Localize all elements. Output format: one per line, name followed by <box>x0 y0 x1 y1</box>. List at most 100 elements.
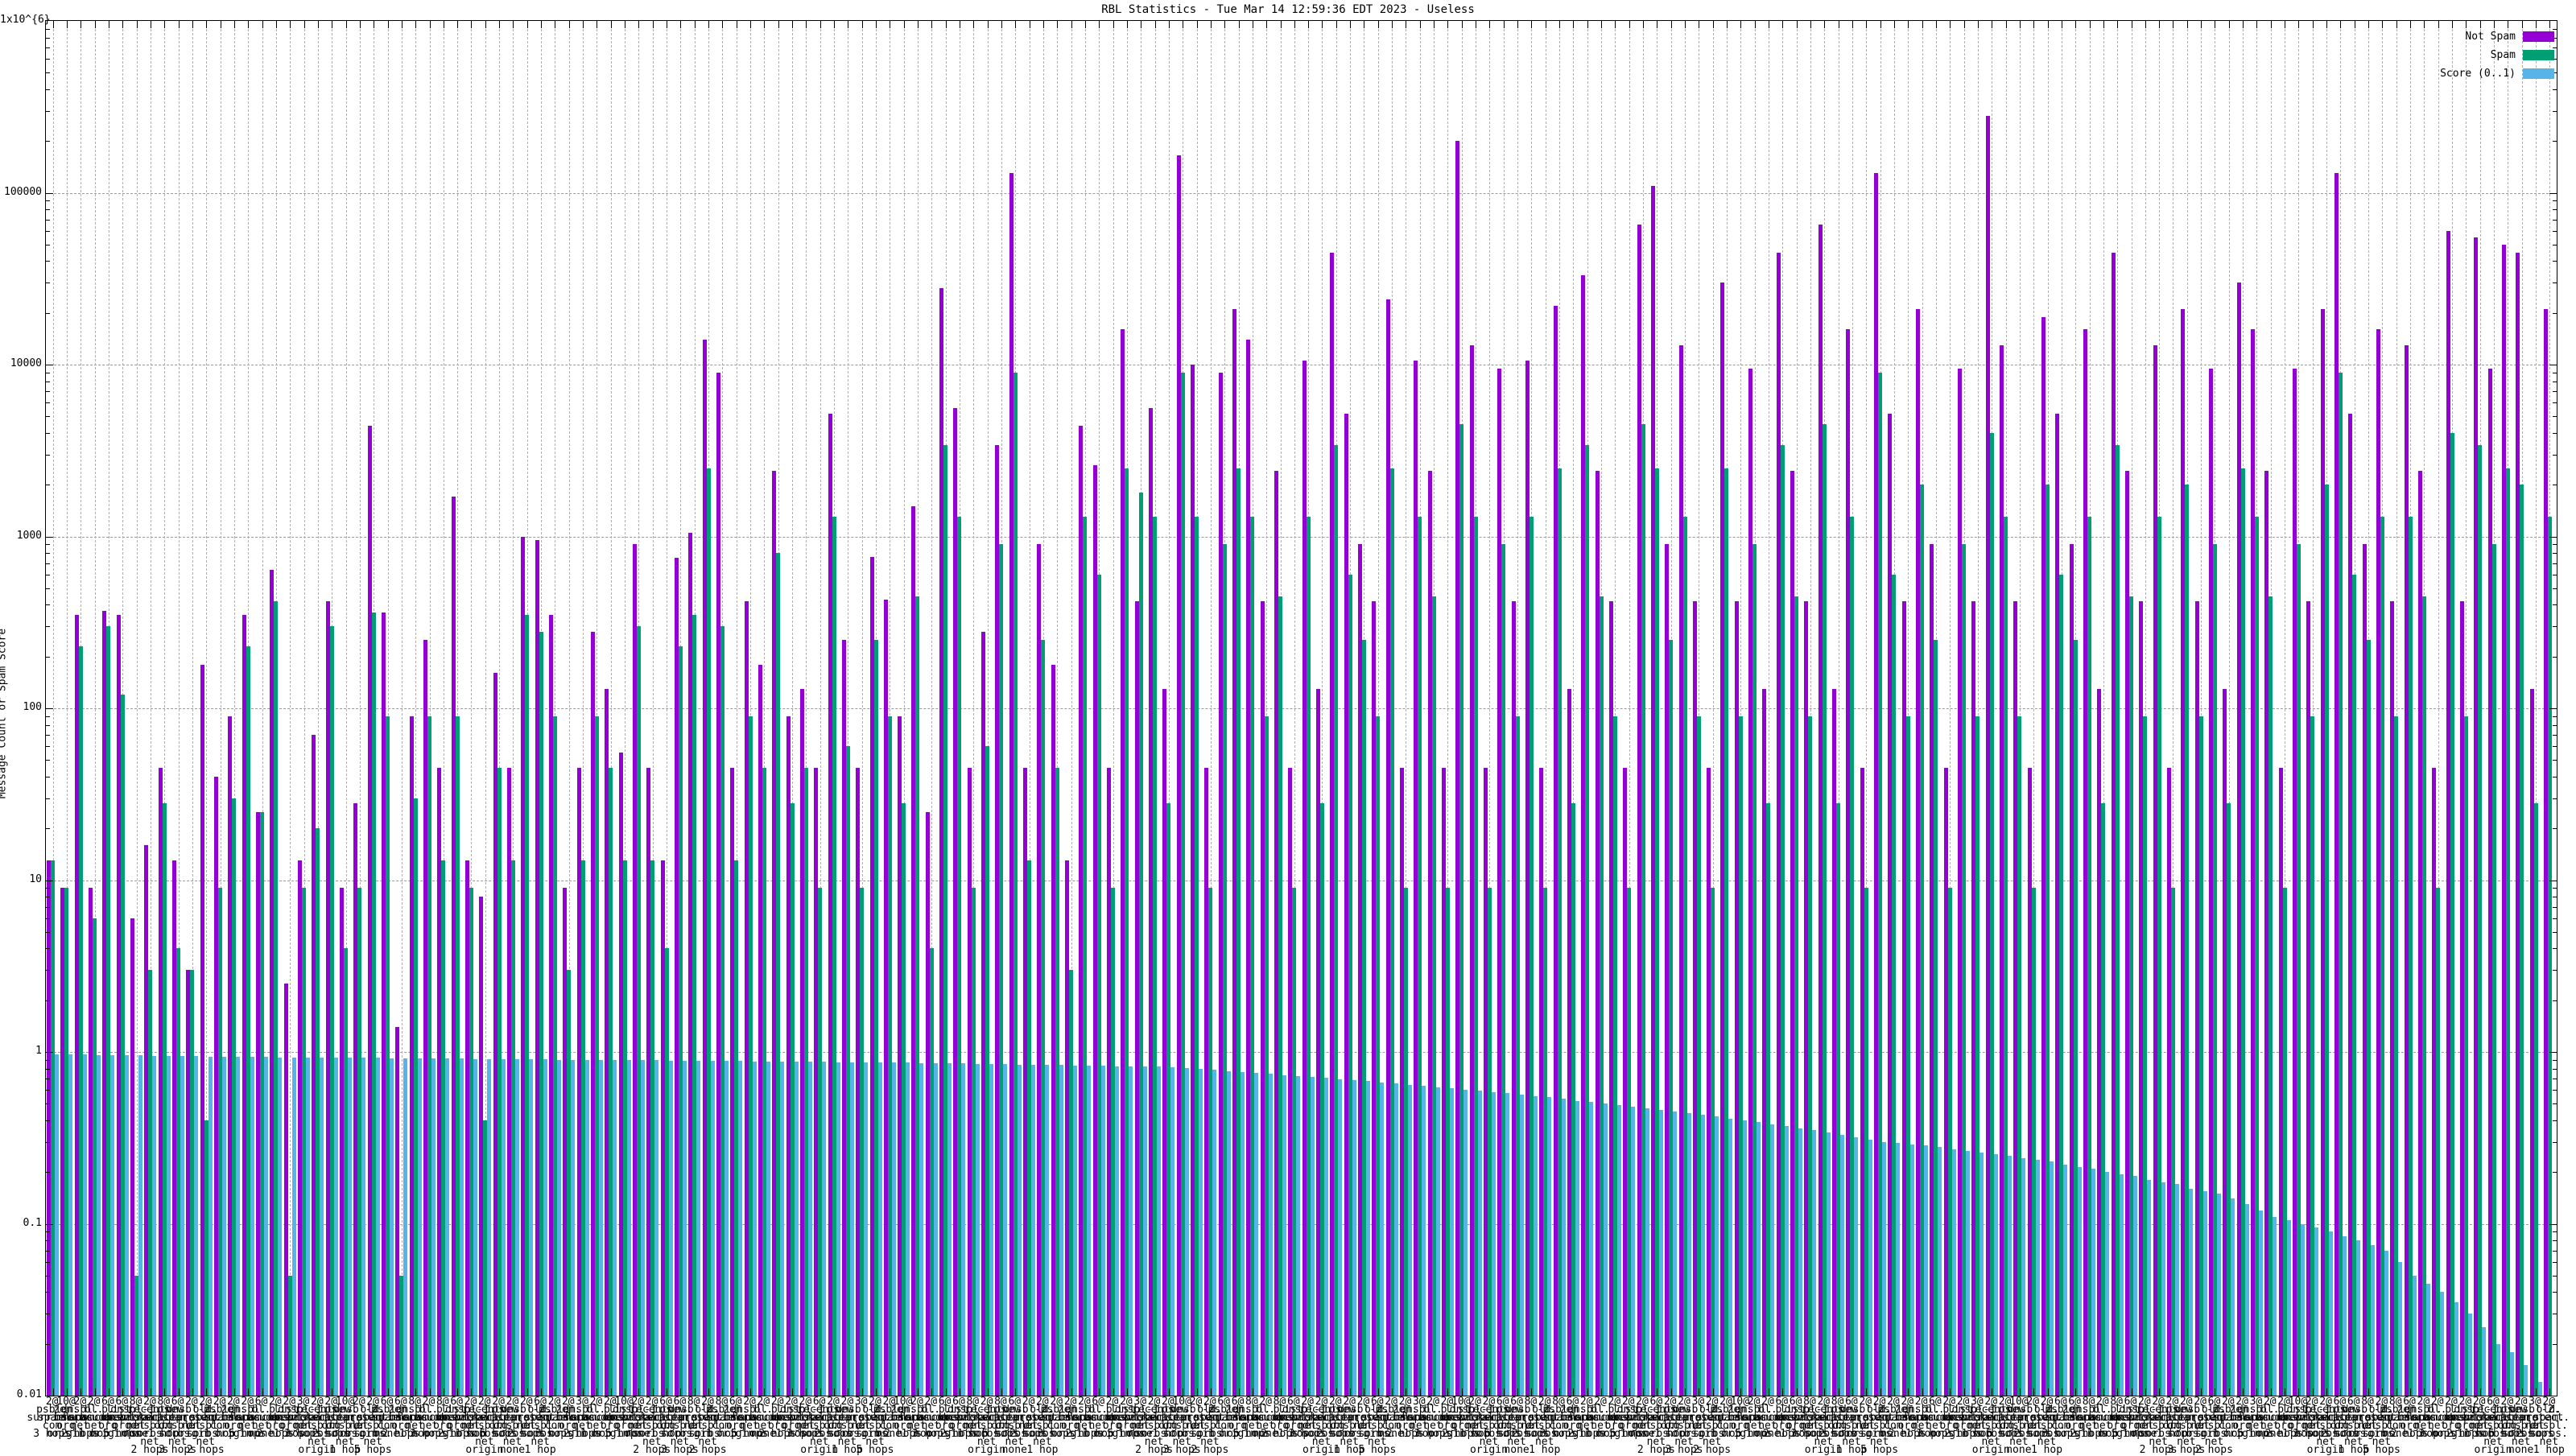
x-tick-top <box>2326 21 2328 28</box>
x-tick-bottom <box>2256 1388 2258 1396</box>
x-tick-top <box>2145 21 2146 28</box>
y-tick-right <box>2553 588 2557 589</box>
x-tick-bottom <box>2424 1388 2425 1396</box>
y-tick-right <box>2549 1223 2557 1225</box>
y-tick-left <box>46 1275 50 1277</box>
bar-score-0-1 <box>1840 1134 1845 1396</box>
x-tick-bottom <box>708 1388 710 1396</box>
y-tick-right <box>2553 110 2557 112</box>
y-tick-right <box>2553 970 2557 971</box>
x-tick-top <box>1377 21 1379 28</box>
bar-score-0-1 <box>961 1063 966 1396</box>
x-tick-top <box>303 21 305 28</box>
bar-score-0-1 <box>2008 1155 2013 1396</box>
bar-score-0-1 <box>1951 1149 1956 1396</box>
bar-score-0-1 <box>1449 1088 1454 1396</box>
x-tick-bottom <box>1196 1388 1198 1396</box>
bar-spam <box>2505 468 2510 1396</box>
bar-score-0-1 <box>1812 1130 1817 1396</box>
bar-score-0-1 <box>1519 1094 1524 1396</box>
x-tick-bottom <box>233 1388 235 1396</box>
y-tick-left <box>46 1120 50 1121</box>
bar-score-0-1 <box>696 1060 701 1396</box>
chart-title: RBL Statistics - Tue Mar 14 12:59:36 EDT… <box>1101 3 1475 16</box>
x-tick-bottom <box>1587 1388 1588 1396</box>
bar-score-0-1 <box>864 1062 869 1396</box>
bar-score-0-1 <box>1435 1087 1440 1396</box>
x-tick-bottom <box>2312 1388 2314 1396</box>
bar-score-0-1 <box>1868 1139 1872 1396</box>
x-tick-top <box>1559 21 1561 28</box>
bar-score-0-1 <box>2021 1158 2026 1396</box>
bar-score-0-1 <box>1087 1065 1092 1396</box>
bar-score-0-1 <box>654 1060 659 1396</box>
x-tick-top <box>1880 21 1881 28</box>
x-tick-top <box>1392 21 1393 28</box>
x-tick-bottom <box>2005 1388 2007 1396</box>
bar-score-0-1 <box>1184 1068 1189 1396</box>
bar-score-0-1 <box>445 1058 450 1396</box>
bar-score-0-1 <box>794 1062 799 1396</box>
y-tick-right <box>2553 656 2557 658</box>
y-tick-left <box>46 553 50 555</box>
y-tick-left <box>46 219 50 221</box>
x-tick-top <box>1670 21 1672 28</box>
bar-score-0-1 <box>1658 1110 1663 1396</box>
bar-score-0-1 <box>1100 1066 1105 1396</box>
x-tick-bottom <box>1866 1388 1868 1396</box>
x-tick-bottom <box>2340 1388 2342 1396</box>
bar-score-0-1 <box>1380 1082 1385 1396</box>
x-tick-top <box>2479 21 2481 28</box>
x-tick-bottom <box>317 1388 319 1396</box>
y-tick-right <box>2553 1059 2557 1061</box>
x-tick-top <box>1615 21 1616 28</box>
x-tick-bottom <box>2536 1388 2537 1396</box>
v-gridline <box>290 21 291 1396</box>
bar-score-0-1 <box>2119 1173 2124 1396</box>
x-tick-top <box>1503 21 1505 28</box>
bar-score-0-1 <box>543 1059 547 1396</box>
x-tick-top <box>429 21 431 28</box>
bar-score-0-1 <box>1142 1066 1147 1396</box>
y-tick-right <box>2549 708 2557 709</box>
bar-score-0-1 <box>2314 1227 2319 1396</box>
x-tick-bottom <box>722 1388 724 1396</box>
x-tick-top <box>1893 21 1895 28</box>
y-tick-right <box>2553 1090 2557 1091</box>
x-tick-top <box>2536 21 2537 28</box>
x-tick-bottom <box>1042 1388 1044 1396</box>
x-tick-top <box>1531 21 1533 28</box>
x-tick-top <box>987 21 989 28</box>
y-tick-right <box>2553 544 2557 546</box>
bar-score-0-1 <box>1728 1118 1733 1396</box>
y-tick-right <box>2553 1250 2557 1252</box>
bar-score-0-1 <box>473 1058 477 1396</box>
bar-score-0-1 <box>1365 1081 1370 1396</box>
x-tick-bottom <box>1559 1388 1561 1396</box>
bar-score-0-1 <box>501 1058 506 1396</box>
x-tick-bottom <box>206 1388 208 1396</box>
bar-score-0-1 <box>1631 1107 1636 1396</box>
bar-score-0-1 <box>208 1056 213 1396</box>
x-tick-top <box>1015 21 1017 28</box>
y-tick-left <box>46 735 50 736</box>
x-tick-bottom <box>1726 1388 1728 1396</box>
bar-score-0-1 <box>1505 1093 1510 1396</box>
bar-score-0-1 <box>2050 1161 2054 1396</box>
bar-score-0-1 <box>68 1054 73 1396</box>
bar-score-0-1 <box>2091 1168 2096 1396</box>
bar-score-0-1 <box>291 1057 296 1396</box>
y-tick-left <box>46 391 50 393</box>
x-tick-top <box>526 21 528 28</box>
x-tick-top <box>2228 21 2230 28</box>
y-tick-right <box>2553 89 2557 90</box>
y-axis-label: Message Count or Spam Score <box>0 628 9 799</box>
y-tick-right <box>2553 1103 2557 1105</box>
x-tick-top <box>1001 21 1002 28</box>
y-tick-left <box>46 1343 50 1345</box>
bar-score-0-1 <box>836 1062 840 1396</box>
y-tick-right <box>2553 209 2557 211</box>
y-tick-right <box>2553 1172 2557 1173</box>
x-tick-top <box>1977 21 1979 28</box>
x-tick-top <box>1796 21 1798 28</box>
